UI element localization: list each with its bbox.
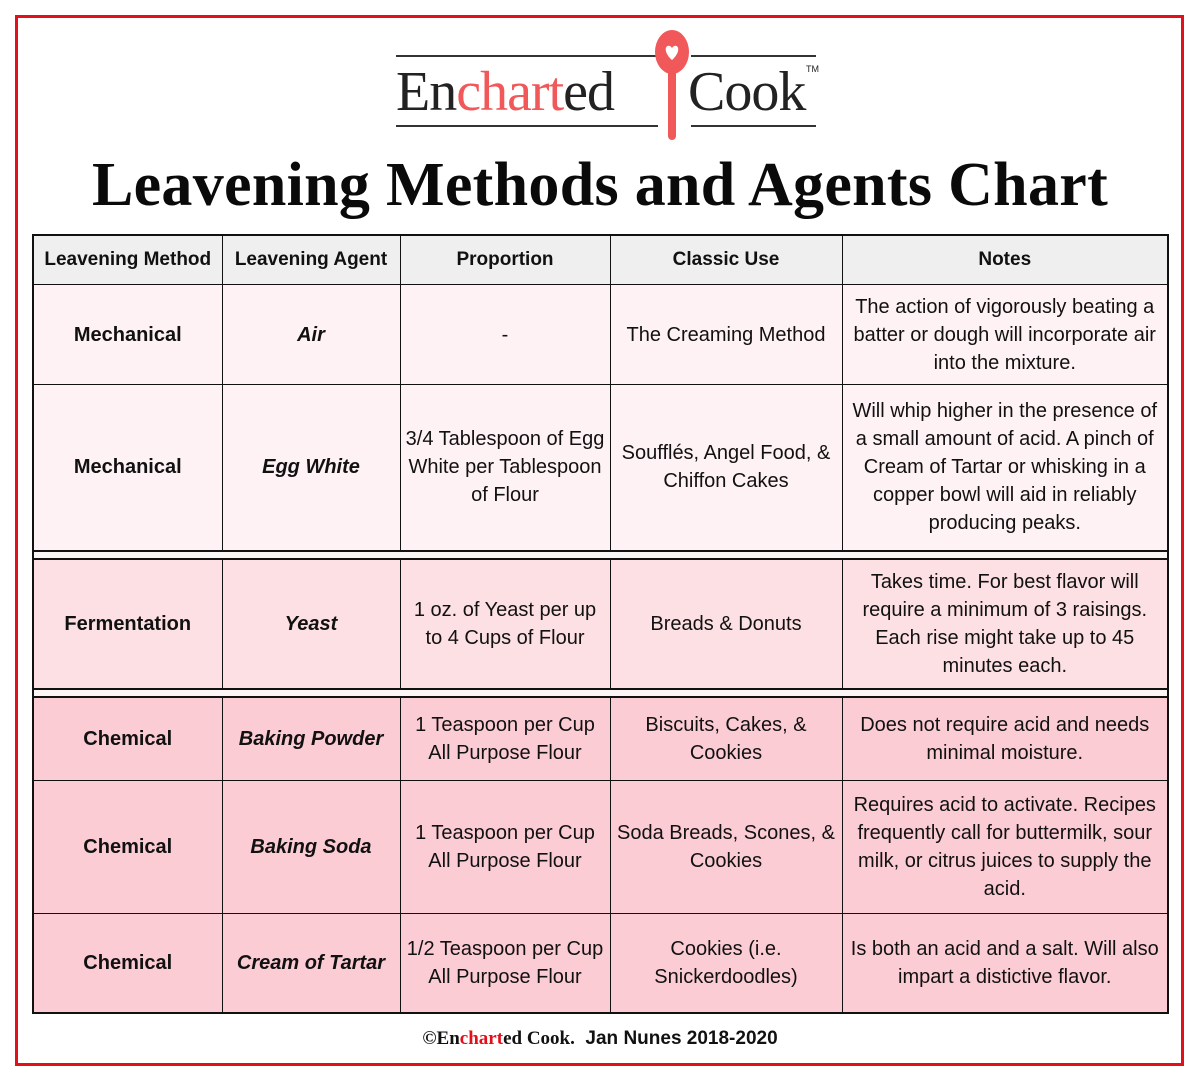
cell-notes: Requires acid to activate. Recipes frequ… (841, 780, 1169, 914)
page-title: Leavening Methods and Agents Chart (91, 151, 1109, 219)
cell-notes: The action of vigorously beating a batte… (841, 284, 1169, 385)
cell-classic-use: Cookies (i.e. Snickerdoodles) (609, 913, 843, 1013)
logo: Encharted Cook TM (396, 30, 819, 142)
spoon-heart-icon (655, 30, 689, 140)
header-proportion: Proportion (399, 234, 611, 285)
table-row: Fermentation Yeast 1 oz. of Yeast per up… (32, 558, 1169, 689)
cell-classic-use: The Creaming Method (609, 284, 843, 385)
logo-word-cook: Cook (688, 61, 806, 123)
cell-proportion: 1 Teaspoon per Cup All Purpose Flour (399, 696, 611, 781)
cell-method: Chemical (32, 780, 223, 914)
footer-credit: ©Encharted Cook. Jan Nunes 2018-2020 (0, 1028, 1200, 1050)
cell-proportion: 1/2 Teaspoon per Cup All Purpose Flour (399, 913, 611, 1013)
trademark: TM (806, 64, 819, 74)
cell-agent: Yeast (221, 558, 401, 689)
cell-proportion: - (399, 284, 611, 385)
cell-method: Mechanical (32, 284, 223, 385)
header-method: Leavening Method (32, 234, 223, 285)
table-row: Chemical Baking Soda 1 Teaspoon per Cup … (32, 780, 1169, 914)
cell-classic-use: Biscuits, Cakes, & Cookies (609, 696, 843, 781)
footer-author: Jan Nunes 2018-2020 (585, 1028, 778, 1049)
logo-rule (691, 125, 816, 127)
header-agent: Leavening Agent (221, 234, 401, 285)
copyright-symbol: © (422, 1028, 437, 1049)
logo-rule (691, 55, 816, 57)
cell-agent: Egg White (221, 384, 401, 551)
group-separator (32, 549, 1169, 560)
logo-word-encharted: Encharted (396, 61, 615, 123)
cell-agent: Baking Powder (221, 696, 401, 781)
footer-brand: ed Cook. (503, 1028, 575, 1049)
cell-method: Fermentation (32, 558, 223, 689)
cell-agent: Air (221, 284, 401, 385)
logo-rule (396, 125, 658, 127)
logo-text: En (396, 61, 457, 123)
cell-proportion: 3/4 Tablespoon of Egg White per Tablespo… (399, 384, 611, 551)
table-row: Chemical Baking Powder 1 Teaspoon per Cu… (32, 696, 1169, 781)
group-separator (32, 687, 1169, 698)
header-notes: Notes (841, 234, 1169, 285)
table-row: Chemical Cream of Tartar 1/2 Teaspoon pe… (32, 913, 1169, 1013)
table-row: Mechanical Egg White 3/4 Tablespoon of E… (32, 384, 1169, 551)
cell-agent: Cream of Tartar (221, 913, 401, 1013)
cell-method: Chemical (32, 696, 223, 781)
cell-proportion: 1 oz. of Yeast per up to 4 Cups of Flour (399, 558, 611, 689)
cell-proportion: 1 Teaspoon per Cup All Purpose Flour (399, 780, 611, 914)
table-row: Mechanical Air - The Creaming Method The… (32, 284, 1169, 385)
cell-notes: Is both an acid and a salt. Will also im… (841, 913, 1169, 1013)
cell-method: Mechanical (32, 384, 223, 551)
cell-classic-use: Breads & Donuts (609, 558, 843, 689)
footer-brand-highlight: chart (459, 1028, 504, 1049)
logo-text: ed (563, 61, 615, 123)
footer-brand: En (436, 1028, 460, 1049)
header-row: Leavening Method Leavening Agent Proport… (32, 234, 1169, 285)
cell-classic-use: Soda Breads, Scones, & Cookies (609, 780, 843, 914)
cell-method: Chemical (32, 913, 223, 1013)
cell-notes: Will whip higher in the presence of a sm… (841, 384, 1169, 551)
cell-agent: Baking Soda (221, 780, 401, 914)
cell-notes: Takes time. For best flavor will require… (841, 558, 1169, 689)
leavening-table: Leavening Method Leavening Agent Proport… (32, 234, 1169, 1014)
logo-text-highlight: chart (456, 61, 564, 123)
logo-rule (396, 55, 658, 57)
header-classic-use: Classic Use (609, 234, 843, 285)
cell-notes: Does not require acid and needs minimal … (841, 696, 1169, 781)
cell-classic-use: Soufflés, Angel Food, & Chiffon Cakes (609, 384, 843, 551)
